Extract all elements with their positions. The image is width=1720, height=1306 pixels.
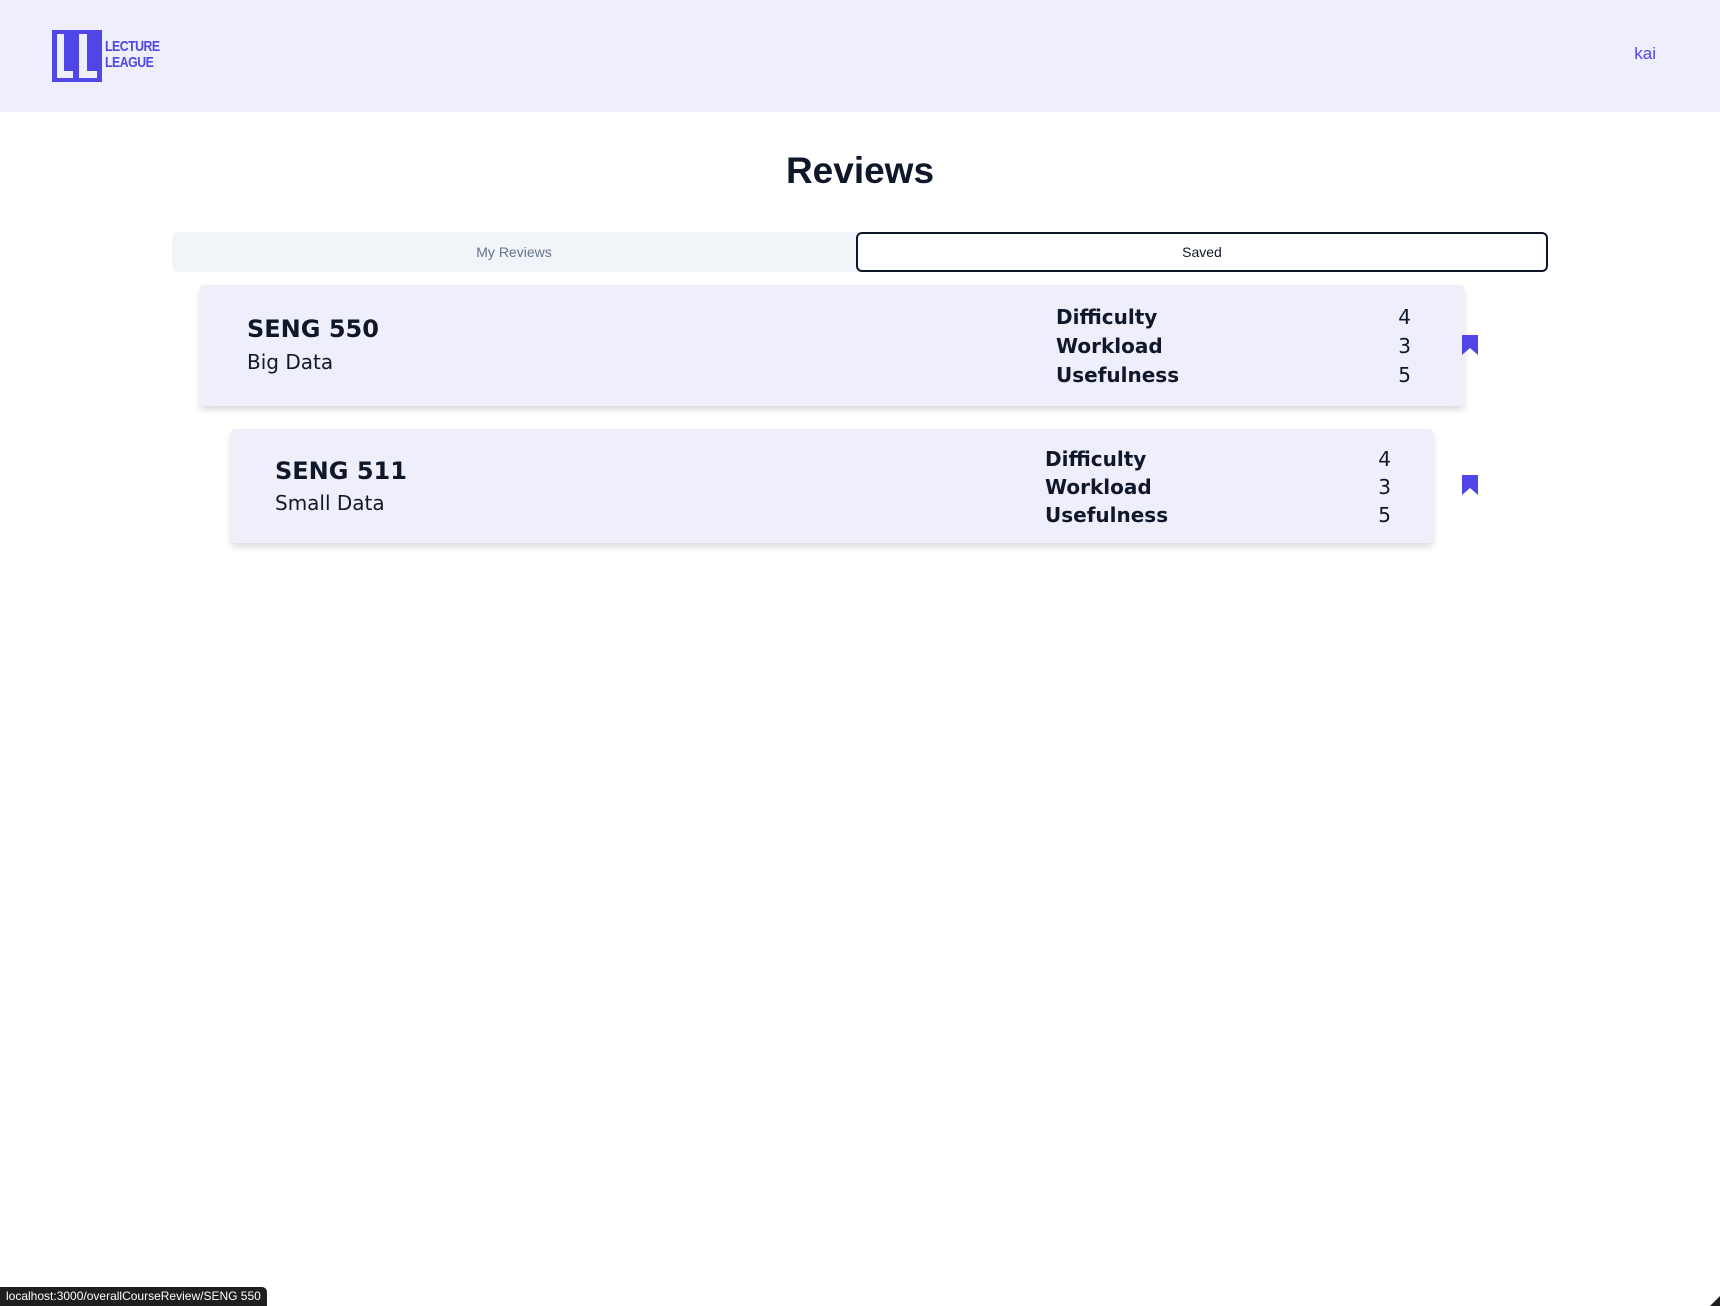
top-header: LECTURE LEAGUE kai [0, 0, 1720, 112]
lecture-league-logo[interactable]: LECTURE LEAGUE [52, 30, 162, 82]
course-code: SENG 550 [247, 315, 379, 343]
ratings-list: Difficulty 4 Workload 3 Usefulness 5 [1056, 303, 1411, 390]
logo-line-2: LEAGUE [105, 54, 154, 71]
rating-value: 3 [1378, 475, 1391, 499]
rating-label: Workload [1045, 475, 1152, 499]
rating-label: Usefulness [1045, 503, 1169, 527]
bookmark-filled-icon[interactable] [1462, 475, 1478, 495]
tab-saved[interactable]: Saved [856, 232, 1548, 272]
rating-label: Difficulty [1056, 305, 1158, 329]
rating-label: Workload [1056, 334, 1163, 358]
rating-row-usefulness: Usefulness 5 [1045, 501, 1400, 529]
rating-row-difficulty: Difficulty 4 [1045, 445, 1400, 473]
rating-label: Difficulty [1045, 447, 1147, 471]
review-tabs: My Reviews Saved [172, 232, 1548, 272]
link-preview-status-bar: localhost:3000/overallCourseReview/SENG … [0, 1287, 267, 1306]
rating-row-usefulness: Usefulness 5 [1056, 361, 1411, 390]
rating-value: 5 [1378, 503, 1391, 527]
lecture-league-logo-icon [52, 30, 102, 82]
ratings-list: Difficulty 4 Workload 3 Usefulness 5 [1045, 445, 1400, 529]
user-menu-link[interactable]: kai [1634, 44, 1656, 64]
course-code: SENG 511 [275, 457, 407, 485]
rating-row-difficulty: Difficulty 4 [1056, 303, 1411, 332]
logo-line-1: LECTURE [105, 38, 160, 55]
course-name: Big Data [247, 350, 334, 374]
rating-row-workload: Workload 3 [1045, 473, 1400, 501]
rating-label: Usefulness [1056, 363, 1180, 387]
course-name: Small Data [275, 491, 385, 515]
tab-my-reviews[interactable]: My Reviews [172, 232, 856, 272]
logo-wordmark: LECTURE LEAGUE [105, 39, 160, 71]
page-title: Reviews [785, 150, 935, 191]
rating-row-workload: Workload 3 [1056, 332, 1411, 361]
window-resize-corner [1710, 1296, 1720, 1306]
bookmark-filled-icon[interactable] [1462, 335, 1478, 355]
rating-value: 4 [1398, 305, 1411, 329]
review-card[interactable]: SENG 511 Small Data Difficulty 4 Workloa… [231, 429, 1433, 543]
review-card[interactable]: SENG 550 Big Data Difficulty 4 Workload … [200, 285, 1464, 406]
rating-value: 3 [1398, 334, 1411, 358]
rating-value: 4 [1378, 447, 1391, 471]
rating-value: 5 [1398, 363, 1411, 387]
